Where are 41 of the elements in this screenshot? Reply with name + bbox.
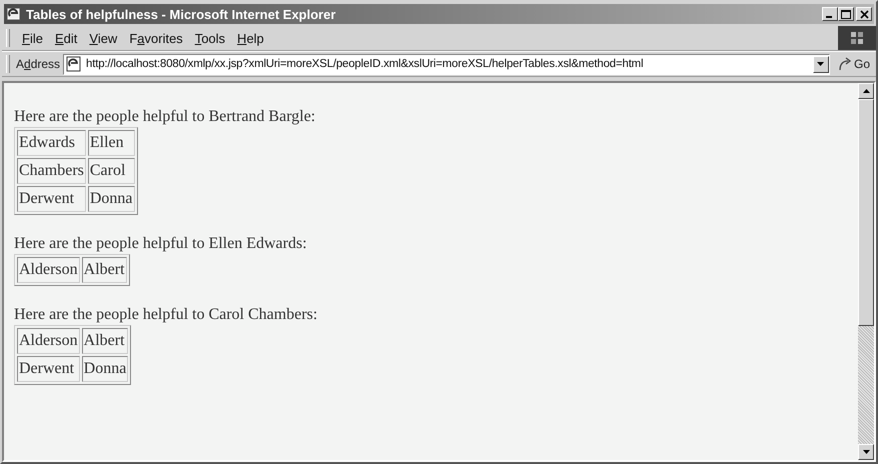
browser-icon — [6, 6, 22, 22]
table-cell: Ellen — [88, 130, 135, 156]
table-cell: Donna — [88, 186, 135, 212]
maximize-icon — [841, 10, 851, 18]
section-heading: Here are the people helpful to Bertrand Bargle: — [14, 107, 316, 127]
table-cell: Derwent — [17, 356, 80, 382]
scrollbar-thumb[interactable] — [858, 99, 874, 326]
minimize-button[interactable] — [822, 7, 838, 21]
close-icon — [860, 10, 868, 18]
table-cell: Donna — [82, 356, 128, 382]
window-title: Tables of helpfulness - Microsoft Internet Explorer — [26, 6, 337, 22]
maximize-button[interactable] — [838, 7, 854, 21]
up-caret-icon — [862, 89, 870, 93]
scroll-down-button[interactable] — [858, 444, 874, 460]
menu-item[interactable]: View — [83, 28, 124, 48]
section-heading: Here are the people helpful to Ellen Edwards: — [14, 234, 308, 254]
menu-item[interactable]: Tools — [188, 28, 232, 48]
caret-icon — [862, 450, 870, 454]
curved-arrow-icon — [838, 57, 852, 71]
scrollbar[interactable] — [858, 83, 874, 460]
table-cell: Carol — [88, 158, 135, 184]
table-cell: Alderson — [17, 328, 80, 354]
caret-icon — [817, 62, 824, 66]
menu-item[interactable]: Help — [231, 28, 270, 48]
table-cell: Chambers — [17, 158, 86, 184]
menu-item[interactable]: Favorites — [123, 28, 189, 48]
close-button[interactable] — [856, 7, 872, 21]
table-cell: Derwent — [17, 186, 86, 212]
table-cell: Edwards — [17, 130, 86, 156]
menu-item[interactable]: File — [16, 28, 49, 48]
address-field[interactable]: http://localhost:8080/xmlp/xx.jsp?xmlUri=moreXSL/peopleID.xml&xslUri=moreXSL/helperTables.xsl&method=html — [63, 54, 830, 74]
table-cell: Albert — [82, 257, 127, 283]
scroll-up-button[interactable] — [858, 83, 874, 99]
table-cell: Alderson — [17, 257, 80, 283]
dropdown-button[interactable] — [812, 56, 829, 72]
address-label: Address — [16, 57, 60, 71]
table-cell: Albert — [82, 328, 128, 354]
go-button[interactable]: Go — [830, 57, 876, 71]
menu-item[interactable]: Edit — [48, 28, 84, 48]
section-heading: Here are the people helpful to Carol Chambers: — [14, 305, 318, 325]
page-icon — [66, 56, 82, 72]
